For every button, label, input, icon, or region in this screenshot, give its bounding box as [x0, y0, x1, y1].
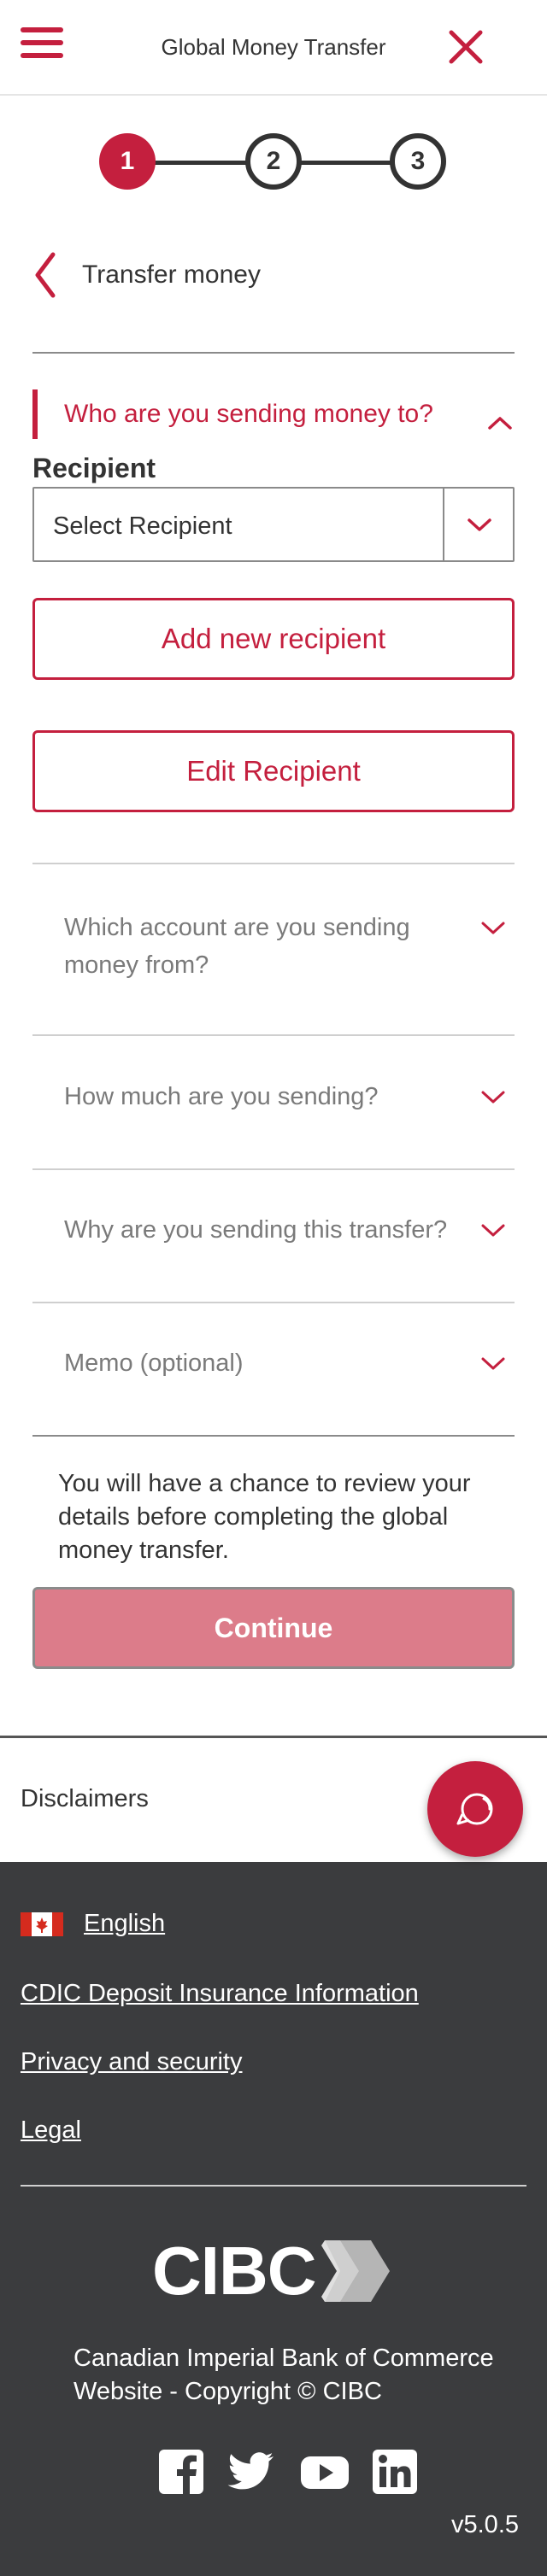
- divider: [32, 1168, 515, 1170]
- recipient-field-label: Recipient: [32, 453, 156, 483]
- recipient-select-value: Select Recipient: [53, 512, 232, 540]
- add-new-recipient-button[interactable]: Add new recipient: [32, 598, 515, 680]
- divider: [32, 352, 515, 354]
- memo-section-header[interactable]: Memo (optional): [64, 1344, 244, 1382]
- cdic-link[interactable]: CDIC Deposit Insurance Information: [21, 1980, 419, 2008]
- youtube-icon[interactable]: [299, 2448, 350, 2496]
- chat-button[interactable]: [427, 1761, 523, 1857]
- chevron-up-icon[interactable]: [487, 415, 513, 430]
- linkedin-icon[interactable]: [371, 2448, 419, 2496]
- copyright-text: Canadian Imperial Bank of Commerce Websi…: [74, 2342, 535, 2409]
- chevron-down-icon: [468, 518, 491, 531]
- twitter-icon[interactable]: [226, 2448, 277, 2496]
- chevron-down-icon[interactable]: [480, 921, 506, 936]
- active-section-indicator: [32, 389, 38, 439]
- copyright-line-1: Canadian Imperial Bank of Commerce: [74, 2345, 494, 2372]
- back-button[interactable]: Transfer money: [34, 248, 261, 302]
- chevron-down-icon[interactable]: [480, 1090, 506, 1105]
- step-2-indicator: 2: [245, 133, 302, 190]
- stepper-connector: [301, 161, 397, 165]
- amount-section-header[interactable]: How much are you sending?: [64, 1078, 379, 1115]
- facebook-icon[interactable]: [157, 2448, 205, 2496]
- chevron-left-icon: [35, 252, 56, 298]
- continue-button[interactable]: Continue: [32, 1587, 515, 1669]
- recipient-select[interactable]: Select Recipient: [32, 487, 515, 562]
- recipient-section-header[interactable]: Who are you sending money to?: [64, 400, 433, 429]
- app-version: v5.0.5: [451, 2511, 519, 2538]
- divider: [32, 863, 515, 864]
- disclaimers-link[interactable]: Disclaimers: [21, 1785, 149, 1813]
- account-section-header[interactable]: Which account are you sending money from…: [64, 909, 440, 984]
- step-3-indicator: 3: [390, 133, 446, 190]
- app-header: Global Money Transfer: [0, 0, 547, 96]
- divider: [32, 1034, 515, 1036]
- cibc-chevron-logo-icon: [321, 2240, 390, 2302]
- language-link[interactable]: English: [84, 1910, 165, 1938]
- chevron-down-icon[interactable]: [480, 1223, 506, 1238]
- close-icon[interactable]: [448, 29, 484, 65]
- divider: [32, 1302, 515, 1303]
- divider: [32, 1435, 515, 1437]
- chevron-down-icon[interactable]: [480, 1356, 506, 1372]
- copyright-line-2: Website - Copyright © CIBC: [74, 2378, 382, 2405]
- step-1-indicator: 1: [99, 133, 156, 190]
- chat-bubble-icon: [456, 1793, 493, 1825]
- divider: [0, 1736, 547, 1738]
- cibc-logo-text: CIBC: [152, 2233, 317, 2309]
- purpose-section-header[interactable]: Why are you sending this transfer?: [64, 1211, 447, 1249]
- canada-flag-icon: [21, 1912, 63, 1936]
- edit-recipient-button[interactable]: Edit Recipient: [32, 730, 515, 812]
- review-note: You will have a chance to review your de…: [58, 1470, 471, 1564]
- stepper-connector: [154, 161, 250, 165]
- legal-link[interactable]: Legal: [21, 2116, 81, 2145]
- privacy-link[interactable]: Privacy and security: [21, 2048, 243, 2076]
- divider: [21, 2185, 526, 2187]
- cibc-logo: CIBC: [152, 2233, 398, 2310]
- select-separator: [443, 489, 444, 560]
- back-label: Transfer money: [82, 261, 261, 289]
